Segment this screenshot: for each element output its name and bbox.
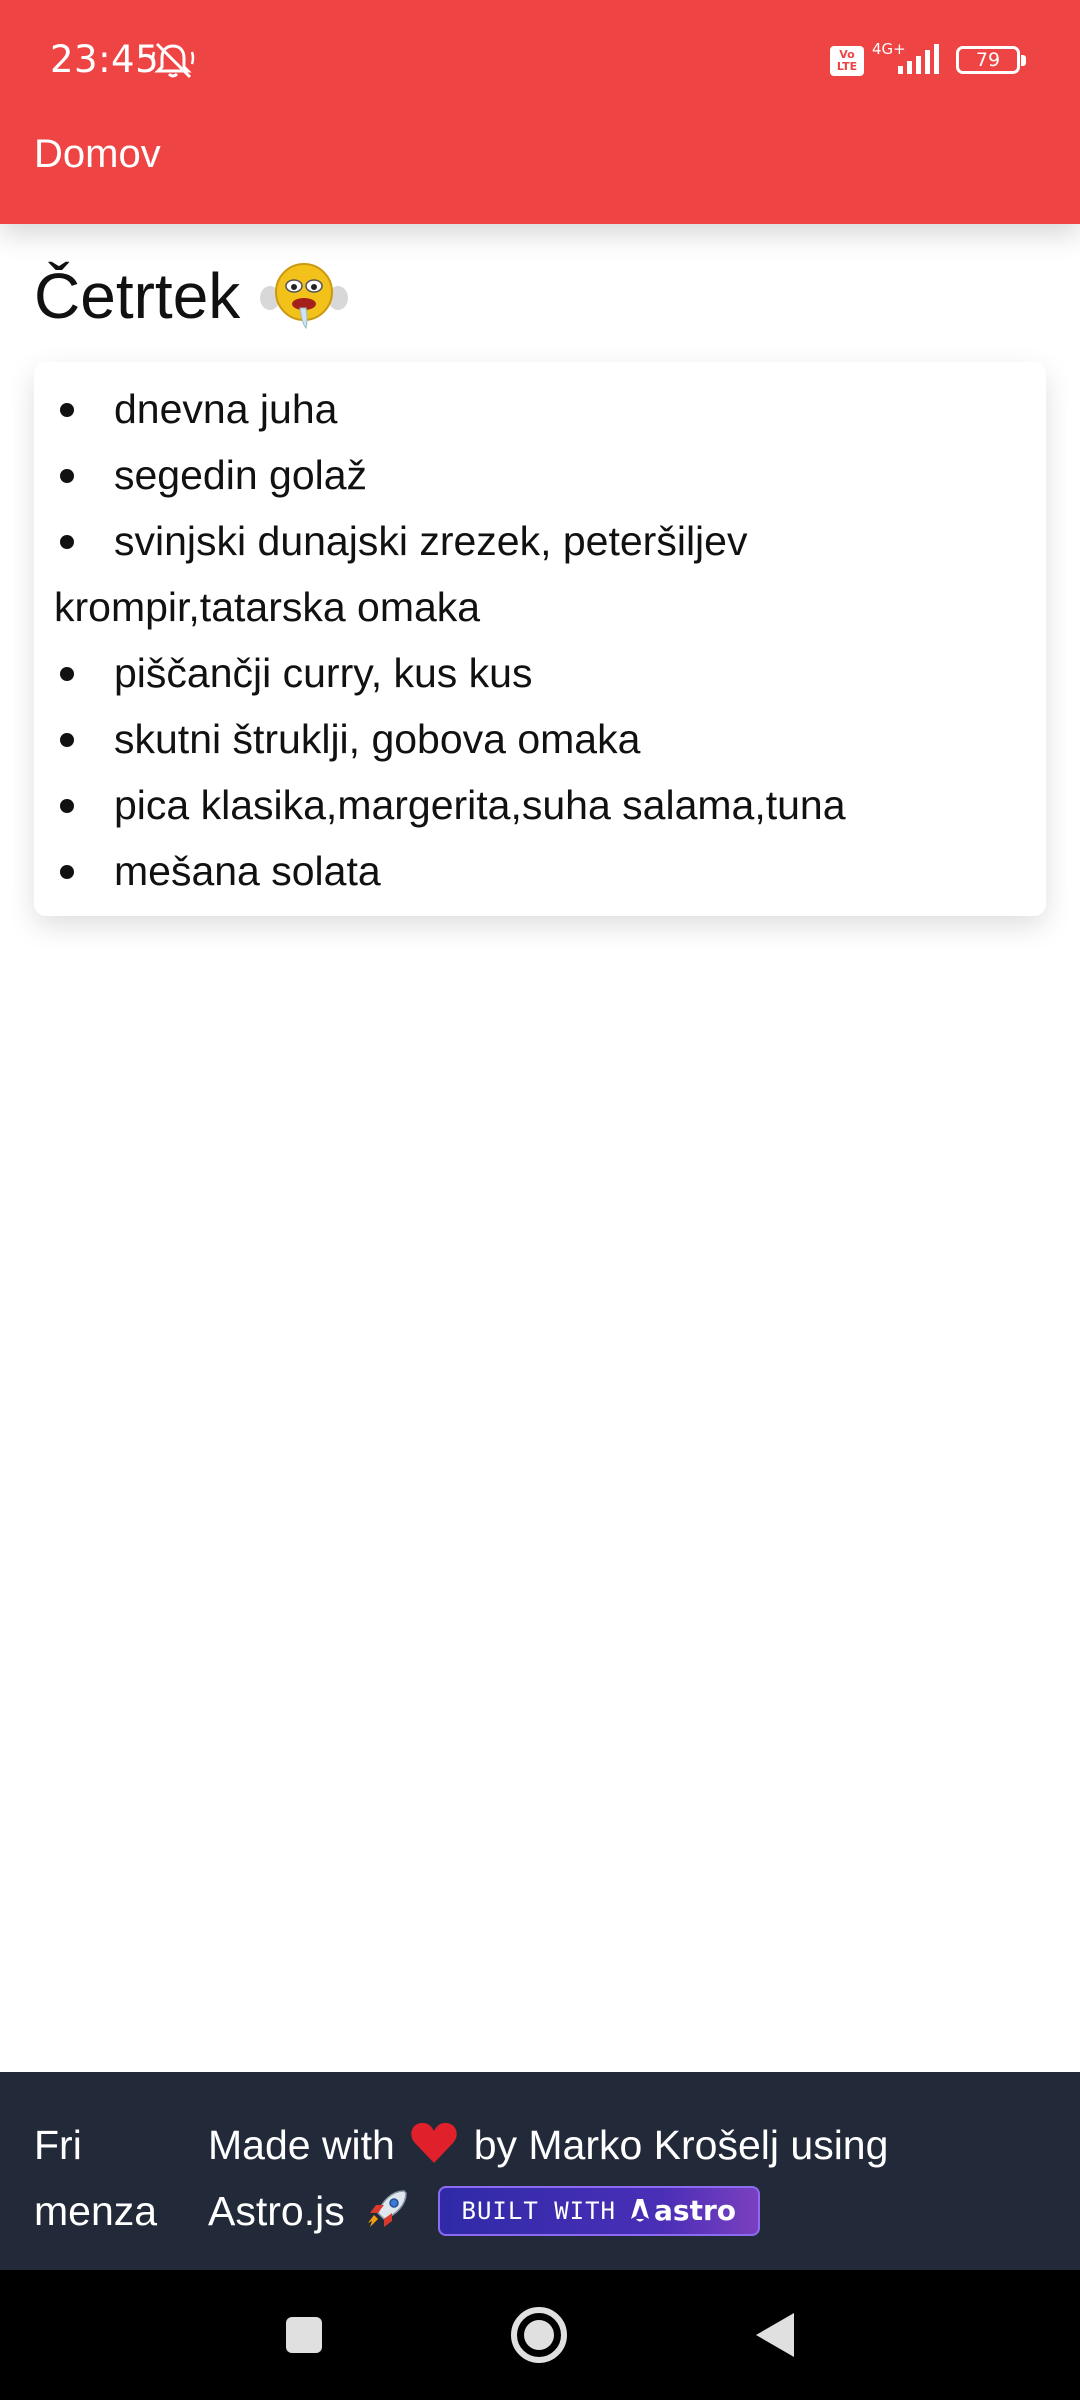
credit-text-start: Made with (208, 2122, 395, 2168)
heart-icon (411, 2122, 457, 2163)
battery-level: 79 (975, 49, 1001, 71)
astro-logo-icon (631, 2199, 650, 2222)
list-item: dnevna juha (54, 376, 974, 442)
footer-credit: Made with by Marko Krošelj using Astro.j… (208, 2112, 1028, 2244)
bell-muted-icon (151, 42, 195, 79)
system-nav-bar (0, 2270, 1080, 2400)
list-item: segedin golaž (54, 442, 974, 508)
badge-prefix: BUILT WITH (461, 2197, 617, 2225)
menu-list: dnevna juha segedin golaž svinjski dunaj… (34, 362, 1046, 904)
app-header: 23:45 Vo LTE 4G+ 79 Domov (0, 0, 1080, 224)
day-title-text: Četrtek (34, 260, 241, 332)
list-item: piščančji curry, kus kus (54, 640, 974, 706)
battery-icon: 79 (956, 46, 1026, 74)
home-icon[interactable] (505, 2301, 573, 2369)
status-time: 23:45 (50, 38, 160, 81)
signal-icon (898, 44, 939, 74)
list-item: skutni štruklji, gobova omaka (54, 706, 974, 772)
drooling-smiley-icon (260, 263, 349, 329)
footer-brand: Fri menza (34, 2122, 158, 2234)
recent-apps-icon[interactable] (270, 2301, 338, 2369)
home-link[interactable]: Domov (34, 132, 161, 177)
list-item: pica klasika,margerita,suha salama,tuna (54, 772, 974, 838)
back-icon[interactable] (740, 2301, 808, 2369)
built-with-astro-badge[interactable]: BUILT WITH astro (437, 2186, 761, 2236)
rocket-icon (368, 2190, 407, 2227)
volte-icon: Vo LTE (830, 46, 864, 76)
list-item: mešana solata (54, 838, 974, 904)
list-item: svinjski dunajski zrezek, peteršiljev kr… (54, 508, 914, 640)
menu-card: dnevna juha segedin golaž svinjski dunaj… (34, 362, 1046, 916)
page-footer: Fri menza Made with by Marko Krošelj usi… (0, 2072, 1080, 2270)
day-title: Četrtek (34, 258, 352, 334)
badge-brand: astro (654, 2194, 737, 2227)
